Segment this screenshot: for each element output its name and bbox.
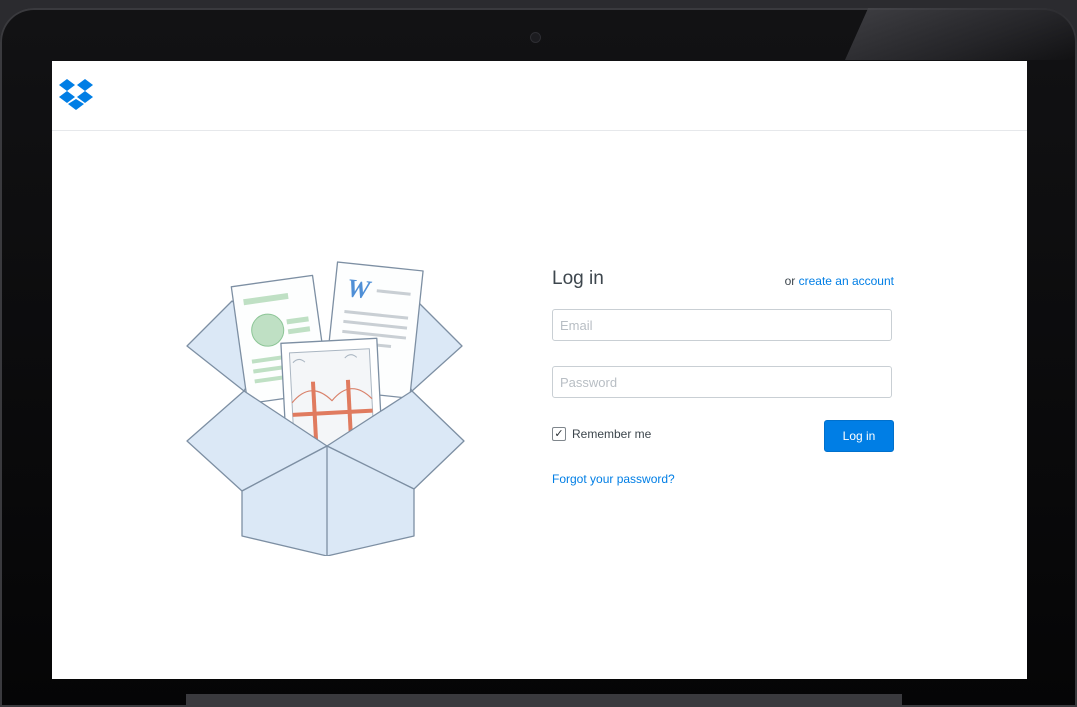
password-input[interactable] [552,366,892,398]
email-input[interactable] [552,309,892,341]
forgot-password-link[interactable]: Forgot your password? [552,472,675,486]
open-box-with-documents-icon: W [186,261,465,556]
site-header [52,61,1027,131]
remember-me[interactable]: ✓ Remember me [552,427,651,441]
login-button[interactable]: Log in [824,420,894,452]
signup-prefix: or [784,274,796,288]
create-account-link[interactable]: create an account [799,274,894,288]
webcam [531,33,540,42]
remember-me-checkbox[interactable]: ✓ [552,427,566,441]
browser-screen: W Log in or create an account Email ✓ Re… [52,61,1027,679]
login-title: Log in [552,268,604,289]
signup-prompt: or create an account [785,274,894,288]
remember-me-label: Remember me [572,427,652,441]
laptop-hinge [186,694,902,707]
bezel-reflection [845,8,1077,60]
dropbox-logo-icon[interactable] [58,78,94,112]
